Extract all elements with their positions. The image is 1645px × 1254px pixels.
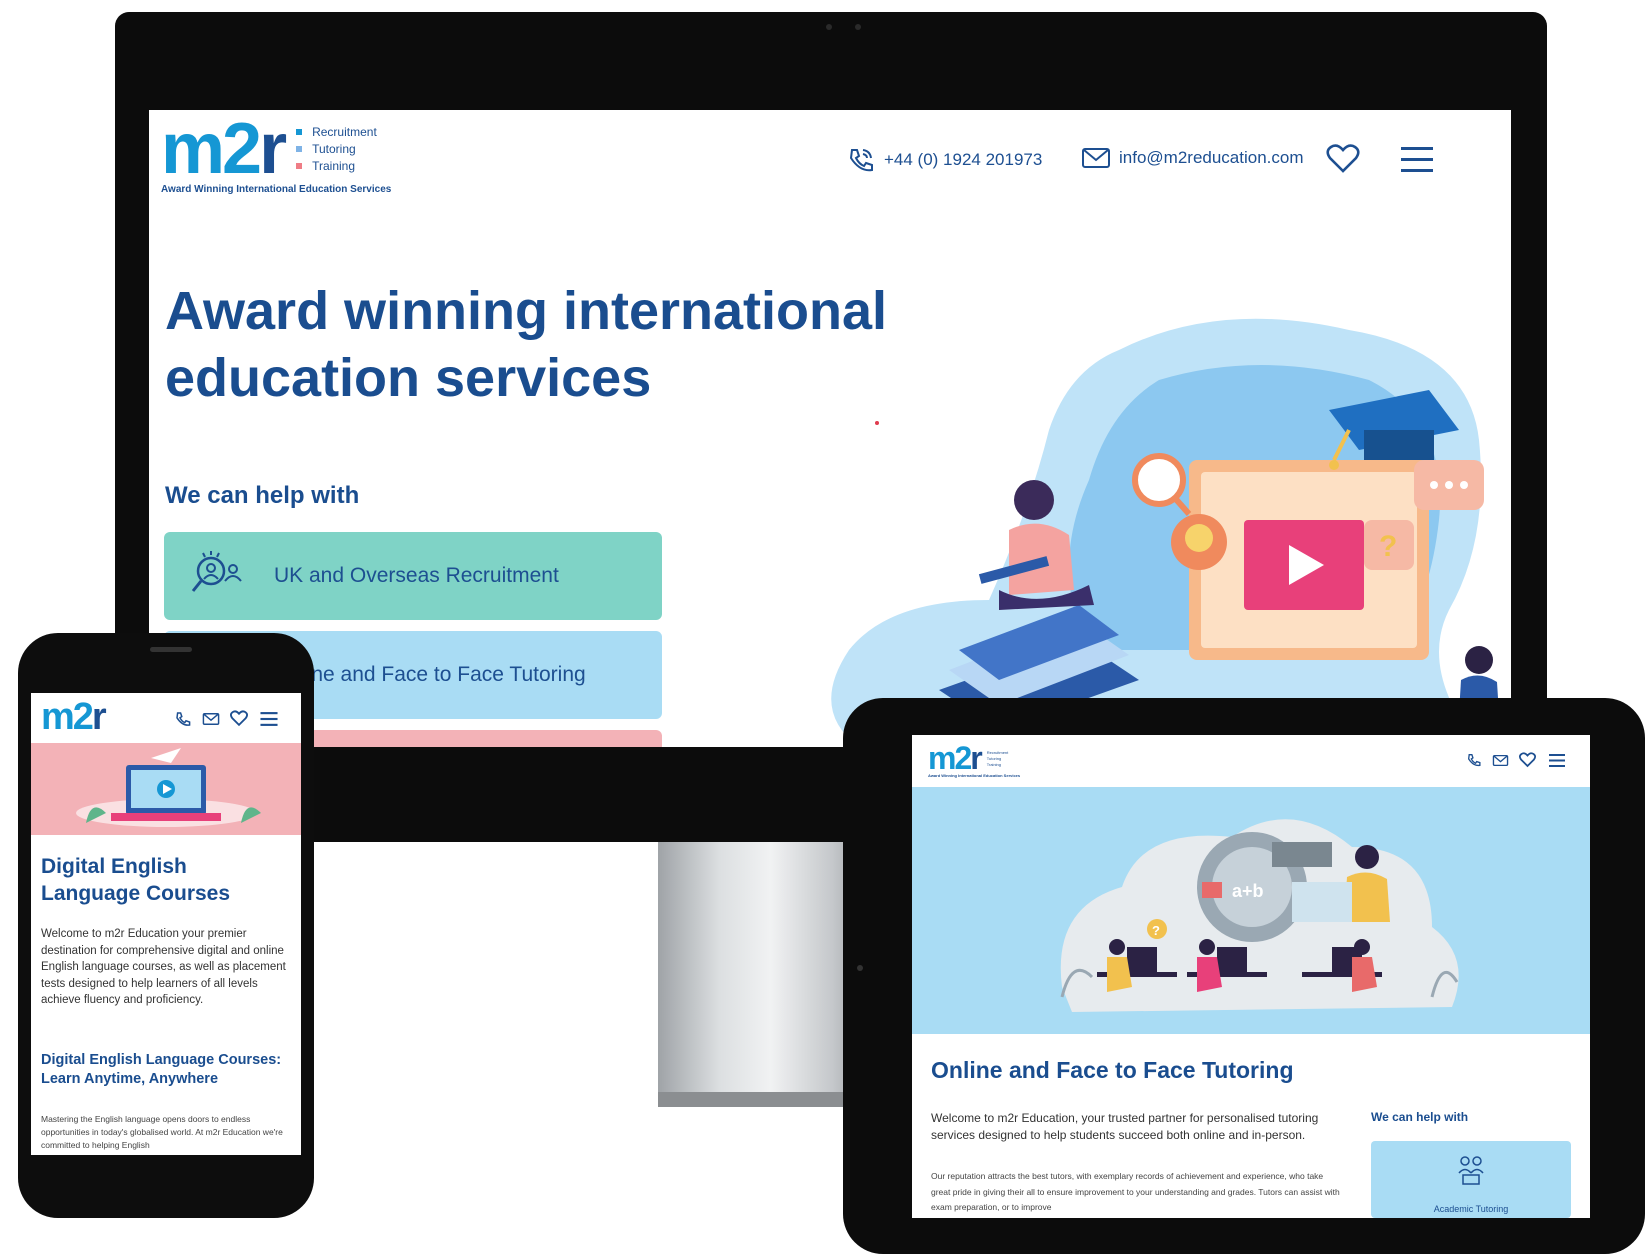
phone-logo[interactable]: m2r (41, 695, 107, 739)
logo-item-training: Training (312, 159, 356, 173)
phone-body-text: Mastering the English language opens doo… (41, 1114, 283, 1150)
tablet-phone-icon[interactable] (1466, 752, 1482, 768)
desktop-screen: m2r Recruitment Tutoring Training Award … (149, 110, 1511, 747)
logo-item-tutoring: Tutoring (312, 142, 356, 156)
help-section-title: We can help with (165, 482, 360, 509)
header-phone-number: +44 (0) 1924 201973 (884, 150, 1043, 169)
svg-text:a+b: a+b (1232, 881, 1264, 901)
tablet-menu-icon[interactable] (1548, 753, 1566, 768)
phone-page-title: Digital English Language Courses (41, 855, 231, 905)
tablet-logo-tagline: Award Winning International Education Se… (928, 773, 1021, 778)
monitor-stand (658, 842, 863, 1107)
logo-tagline: Award Winning International Education Se… (161, 184, 392, 195)
mail-icon (1082, 148, 1110, 168)
logo-r: r (259, 110, 287, 189)
phone-icon (849, 149, 873, 172)
tablet-mail-icon[interactable] (1492, 754, 1509, 767)
phone-screen: m2r Digital English Language Courses Wel… (31, 693, 301, 1155)
tablet-page-title: Online and Face to Face Tutoring (931, 1057, 1294, 1083)
phone-intro-text: Welcome to m2r Education your premier de… (41, 928, 286, 1006)
phone-heart-icon[interactable] (230, 710, 248, 727)
tablet-card-label: Academic Tutoring (1433, 1204, 1509, 1214)
phone-subtitle: Digital English Language Courses: Learn … (41, 1052, 282, 1087)
tablet-camera (857, 965, 863, 971)
tablet-logo-r: r (970, 740, 983, 776)
phone-logo-m2: m2 (41, 696, 94, 738)
tablet-logo-item-training: Training (986, 761, 1002, 767)
svg-text:?: ? (1152, 923, 1160, 938)
tablet-logo-m2: m2 (928, 740, 972, 776)
tablet-heart-icon[interactable] (1519, 752, 1536, 768)
tablet-hero-banner: a+b ? (912, 787, 1590, 1034)
hamburger-menu-icon[interactable] (1399, 145, 1435, 175)
tablet-body-text: Our reputation attracts the best tutors,… (931, 1171, 1340, 1212)
tablet-screen: m2r Recruitment Tutoring Training Award … (912, 735, 1590, 1218)
monitor-sensor (855, 24, 861, 30)
tablet-logo-item-recruitment: Recruitment (986, 749, 1009, 755)
tablet-help-title: We can help with (1371, 1110, 1469, 1124)
site-logo[interactable]: m2r Recruitment Tutoring Training Award … (161, 113, 392, 195)
tablet-intro-text: Welcome to m2r Education, your trusted p… (931, 1111, 1319, 1142)
tablet-tutoring-illustration: a+b ? (1060, 819, 1459, 1012)
academic-tutoring-icon (1458, 1156, 1484, 1185)
svg-text:?: ? (1379, 530, 1397, 563)
phone-mail-icon[interactable] (202, 712, 220, 726)
monitor-stand-base (658, 1092, 863, 1107)
phone-logo-r: r (91, 696, 107, 738)
monitor-camera (826, 24, 832, 30)
tablet-logo-services: Recruitment Tutoring Training (987, 750, 1009, 767)
hero-education-illustration: ? (831, 318, 1501, 747)
logo-services-list: Recruitment Tutoring Training (296, 125, 377, 173)
phone-speaker (150, 647, 192, 652)
phone-call-icon[interactable] (174, 710, 192, 728)
phone-hero-illustration (76, 748, 261, 827)
tablet-academic-tutoring-card[interactable]: Academic Tutoring (1371, 1141, 1571, 1218)
help-item-recruitment-label: UK and Overseas Recruitment (274, 564, 559, 587)
header-email-link[interactable]: info@m2reducation.com (1081, 146, 1304, 170)
help-item-recruitment[interactable]: UK and Overseas Recruitment (164, 532, 662, 620)
help-item-tutoring-label: Online and Face to Face Tutoring (274, 663, 586, 686)
tablet-logo[interactable]: m2r Recruitment Tutoring Training Award … (928, 740, 1021, 778)
header-phone-link[interactable]: +44 (0) 1924 201973 (846, 146, 1042, 174)
header-email-address: info@m2reducation.com (1119, 148, 1304, 167)
phone-hero-banner (31, 743, 301, 835)
phone-menu-icon[interactable] (259, 711, 279, 727)
favourites-heart-icon[interactable] (1326, 143, 1360, 175)
recruitment-search-icon (164, 549, 274, 604)
logo-item-recruitment: Recruitment (312, 125, 377, 139)
tablet-logo-item-tutoring: Tutoring (986, 755, 1002, 761)
logo-m2: m2 (161, 110, 262, 189)
